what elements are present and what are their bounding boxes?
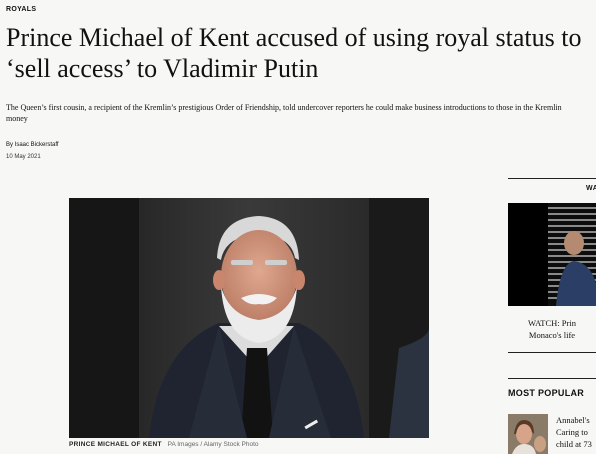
popular-item-line-1: Annabel's (556, 415, 590, 425)
video-divider (508, 352, 596, 353)
popular-item-line-2: Caring to (556, 427, 588, 437)
article-headline: Prince Michael of Kent accused of using … (6, 22, 596, 84)
byline[interactable]: By Isaac Bickerstaff (6, 142, 59, 148)
video-caption-line-2: Monaco's life (528, 330, 576, 340)
caption-credit: PA Images / Alamy Stock Photo (167, 441, 259, 448)
article-standfirst: The Queen’s first cousin, a recipient of… (6, 102, 596, 124)
popular-item-line-3: child at 73 (556, 439, 592, 449)
headline-line-1: Prince Michael of Kent accused of using … (6, 23, 582, 52)
publish-date: 10 May 2021 (6, 154, 41, 160)
headline-line-2: ‘sell access’ to Vladimir Putin (6, 54, 319, 83)
video-caption[interactable]: WATCH: Prin Monaco's life (508, 317, 596, 341)
standfirst-line-1: The Queen’s first cousin, a recipient of… (6, 103, 562, 112)
video-caption-line-1: WATCH: Prin (528, 318, 576, 328)
video-still (508, 203, 596, 306)
popular-divider (508, 378, 596, 379)
popular-photo (508, 414, 548, 454)
standfirst-line-2: money (6, 114, 28, 123)
video-thumbnail[interactable] (508, 203, 596, 306)
watch-heading: WA (586, 185, 596, 192)
caption-subject: PRINCE MICHAEL OF KENT (69, 441, 162, 448)
most-popular-heading: MOST POPULAR (508, 388, 585, 398)
hero-image[interactable] (69, 198, 429, 438)
popular-item-thumbnail[interactable] (508, 414, 548, 454)
section-label[interactable]: ROYALS (6, 6, 36, 13)
popular-item[interactable]: Annabel's Caring to child at 73 (556, 414, 596, 450)
hero-caption: PRINCE MICHAEL OF KENT PA Images / Alamy… (69, 441, 259, 448)
watch-divider (508, 178, 596, 179)
portrait-photo (69, 198, 429, 438)
